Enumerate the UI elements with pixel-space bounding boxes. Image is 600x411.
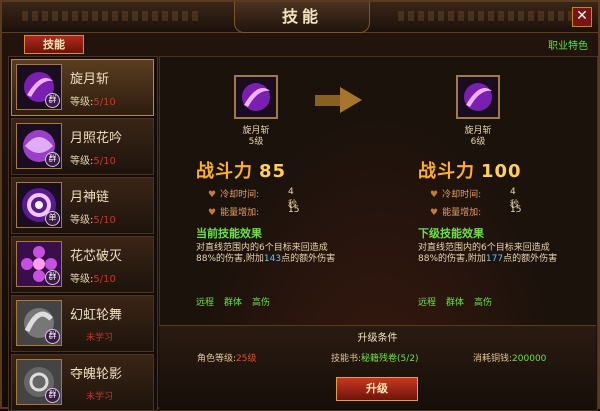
next-skill-level: 6级 (470, 137, 486, 147)
skill-name: 幻虹轮舞 (70, 308, 123, 323)
current-skill-tags: 远程 群体 高伤 (196, 298, 271, 308)
skill-name: 月照花吟 (70, 131, 123, 146)
skill-item-yueshenlian[interactable]: 单 月神链 等级:5/10 (11, 177, 154, 234)
current-energy: ♥ 能量增加: 15 (208, 205, 300, 218)
group-tag-icon: 群 (45, 329, 60, 344)
single-tag-icon: 单 (45, 211, 60, 226)
next-power: 战斗力 100 (418, 161, 522, 182)
skill-level: 等级:5/10 (70, 97, 116, 108)
skill-level: 等级:5/10 (70, 156, 116, 167)
group-tag-icon: 群 (45, 93, 60, 108)
next-energy: ♥ 能量增加: 15 (430, 205, 522, 218)
skill-name: 花芯破灭 (70, 249, 123, 264)
skill-list: 群 旋月斩 等级:5/10 群 月照花吟 等级:5/10 单 月神链 等级:5/… (8, 56, 158, 411)
skill-name: 夺魄轮影 (70, 367, 123, 382)
heart-icon: ♥ (430, 208, 439, 218)
skill-window: 技能 ✕ 技能 职业特色 群 旋月斩 等级:5/10 群 月照花吟 等级:5/1… (0, 0, 600, 411)
skill-item-huaxinpomie[interactable]: 群 花芯破灭 等级:5/10 (11, 236, 154, 293)
heart-icon: ♥ (208, 208, 217, 218)
skill-level: 等级:5/10 (70, 274, 116, 285)
window-title: 技能 (234, 2, 370, 33)
current-effect-title: 当前技能效果 (196, 227, 262, 240)
copper-cost: 消耗铜钱:200000 (473, 354, 547, 364)
arrow-right-icon (340, 87, 362, 113)
current-power: 战斗力 85 (196, 161, 287, 182)
title-bar: 技能 ✕ (2, 2, 598, 33)
crescent-slash-icon (456, 75, 500, 119)
current-effect-text: 对直线范围内的6个目标来回造成88%的伤害,附加143点的额外伤害 (196, 243, 336, 264)
moon-flower-icon: 群 (16, 123, 62, 169)
skill-item-xuanyuezhan[interactable]: 群 旋月斩 等级:5/10 (11, 59, 154, 116)
moon-chain-icon: 单 (16, 182, 62, 228)
not-learned-text: 未学习 (86, 333, 114, 343)
tab-skills[interactable]: 技能 (24, 35, 84, 54)
role-level-requirement: 角色等级:25级 (197, 354, 257, 364)
heart-icon: ♥ (208, 190, 217, 200)
crescent-slash-icon (234, 75, 278, 119)
skill-item-yuezhaohuayin[interactable]: 群 月照花吟 等级:5/10 (11, 118, 154, 175)
upgrade-button[interactable]: 升级 (336, 377, 418, 401)
current-skill-level: 5级 (248, 137, 264, 147)
next-effect-title: 下级技能效果 (418, 227, 484, 240)
group-tag-icon: 群 (45, 152, 60, 167)
skill-item-huanhonglunwu[interactable]: 群 幻虹轮舞 未学习 (11, 295, 154, 352)
skill-name: 月神链 (70, 190, 110, 205)
skill-item-duopolunying[interactable]: 群 夺魄轮影 未学习 (11, 354, 154, 410)
skill-level: 等级:5/10 (70, 215, 116, 226)
group-tag-icon: 群 (45, 270, 60, 285)
group-tag-icon: 群 (45, 388, 60, 403)
upgrade-conditions-title: 升级条件 (357, 333, 398, 344)
next-skill-tags: 远程 群体 高伤 (418, 298, 493, 308)
heart-icon: ♥ (430, 190, 439, 200)
soul-wheel-icon: 群 (16, 359, 62, 405)
next-cooldown: ♥ 冷却时间: 4秒 (430, 187, 520, 210)
career-feature-link[interactable]: 职业特色 (548, 37, 588, 52)
arrow-shaft (315, 95, 341, 106)
not-learned-text: 未学习 (86, 392, 114, 402)
title-ornament-right (398, 11, 578, 21)
next-effect-text: 对直线范围内的6个目标来回造成88%的伤害,附加177点的额外伤害 (418, 243, 558, 264)
flower-burst-icon: 群 (16, 241, 62, 287)
close-button[interactable]: ✕ (572, 7, 592, 27)
title-ornament-left (22, 11, 202, 21)
current-cooldown: ♥ 冷却时间: 4秒 (208, 187, 298, 210)
crescent-slash-icon: 群 (16, 64, 62, 110)
skill-name: 旋月斩 (70, 72, 110, 87)
skill-book-requirement: 技能书:秘籍残卷(5/2) (331, 354, 419, 364)
rainbow-dance-icon: 群 (16, 300, 62, 346)
